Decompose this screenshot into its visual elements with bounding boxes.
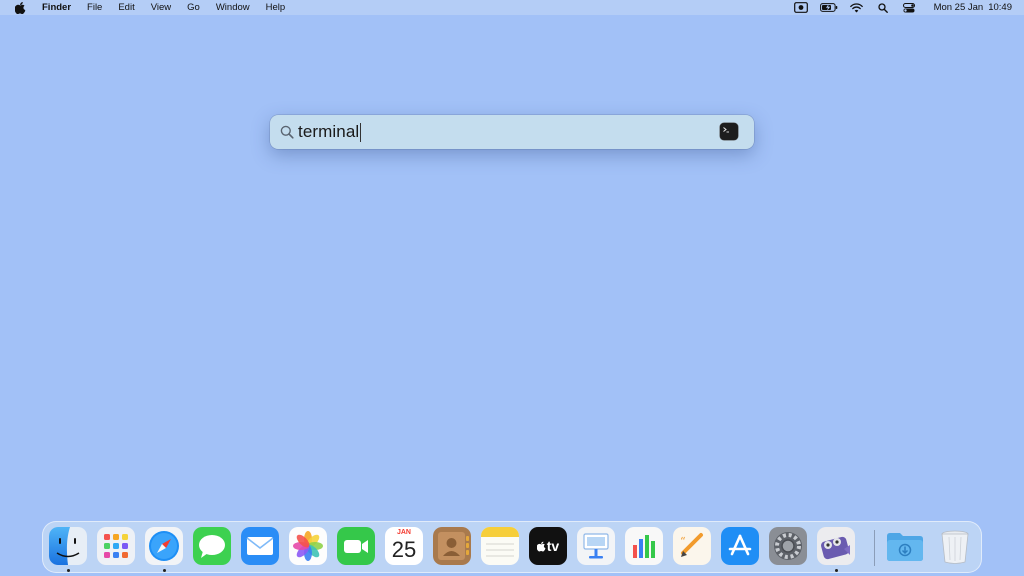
clock-date: Mon 25 Jan bbox=[933, 2, 984, 13]
calendar-month: JAN bbox=[396, 529, 411, 536]
dock: JAN 25 tv “ bbox=[42, 521, 982, 573]
dock-tv-icon[interactable]: tv bbox=[529, 527, 567, 565]
dock-app-store-icon[interactable] bbox=[721, 527, 759, 565]
menu-app-name[interactable]: Finder bbox=[36, 0, 79, 15]
dock-keynote-icon[interactable] bbox=[577, 527, 615, 565]
menu-bar-clock[interactable]: Mon 25 Jan 10:49 bbox=[930, 2, 1012, 13]
spotlight-search-bar[interactable]: terminal bbox=[270, 115, 754, 149]
running-indicator bbox=[67, 569, 70, 572]
menu-view[interactable]: View bbox=[143, 0, 179, 15]
dock-system-preferences-icon[interactable] bbox=[769, 527, 807, 565]
apple-logo-icon bbox=[536, 541, 546, 551]
dock-numbers-icon[interactable] bbox=[625, 527, 663, 565]
dock-messages-icon[interactable] bbox=[193, 527, 231, 565]
dock-notes-icon[interactable] bbox=[481, 527, 519, 565]
menu-help[interactable]: Help bbox=[258, 0, 294, 15]
menu-go[interactable]: Go bbox=[179, 0, 208, 15]
menu-bar: Finder File Edit View Go Window Help Mon… bbox=[0, 0, 1024, 15]
running-indicator bbox=[835, 569, 838, 572]
spotlight-query-text: terminal bbox=[298, 122, 360, 141]
screen-record-icon[interactable] bbox=[793, 2, 808, 13]
dock-launchpad-icon[interactable] bbox=[97, 527, 135, 565]
spotlight-search-icon[interactable] bbox=[876, 2, 890, 13]
terminal-app-icon[interactable] bbox=[720, 123, 738, 140]
dock-finder-icon[interactable] bbox=[49, 527, 87, 565]
control-center-icon[interactable] bbox=[902, 2, 916, 13]
dock-pages-icon[interactable]: “ bbox=[673, 527, 711, 565]
spotlight-input[interactable]: terminal bbox=[298, 122, 362, 142]
dock-facetime-icon[interactable] bbox=[337, 527, 375, 565]
dock-photos-icon[interactable] bbox=[289, 527, 327, 565]
wifi-icon[interactable] bbox=[850, 2, 864, 13]
clock-time: 10:49 bbox=[988, 2, 1012, 13]
menu-window[interactable]: Window bbox=[208, 0, 258, 15]
menu-edit[interactable]: Edit bbox=[110, 0, 142, 15]
dock-screen-recorder-icon[interactable] bbox=[817, 527, 855, 565]
battery-icon[interactable] bbox=[819, 2, 838, 13]
apple-menu-icon[interactable] bbox=[14, 1, 26, 14]
text-caret bbox=[360, 122, 362, 142]
calendar-day: 25 bbox=[391, 537, 417, 562]
menu-file[interactable]: File bbox=[79, 0, 110, 15]
running-indicator bbox=[163, 569, 166, 572]
dock-downloads-folder-icon[interactable] bbox=[885, 527, 923, 565]
dock-trash-icon[interactable] bbox=[936, 527, 974, 565]
dock-calendar-icon[interactable]: JAN 25 bbox=[385, 527, 423, 565]
dock-safari-icon[interactable] bbox=[145, 527, 183, 565]
svg-text:“: “ bbox=[680, 535, 686, 548]
dock-contacts-icon[interactable] bbox=[433, 527, 471, 565]
dock-separator bbox=[874, 530, 875, 566]
dock-mail-icon[interactable] bbox=[241, 527, 279, 565]
search-icon bbox=[280, 125, 294, 139]
tv-label: tv bbox=[546, 538, 560, 554]
